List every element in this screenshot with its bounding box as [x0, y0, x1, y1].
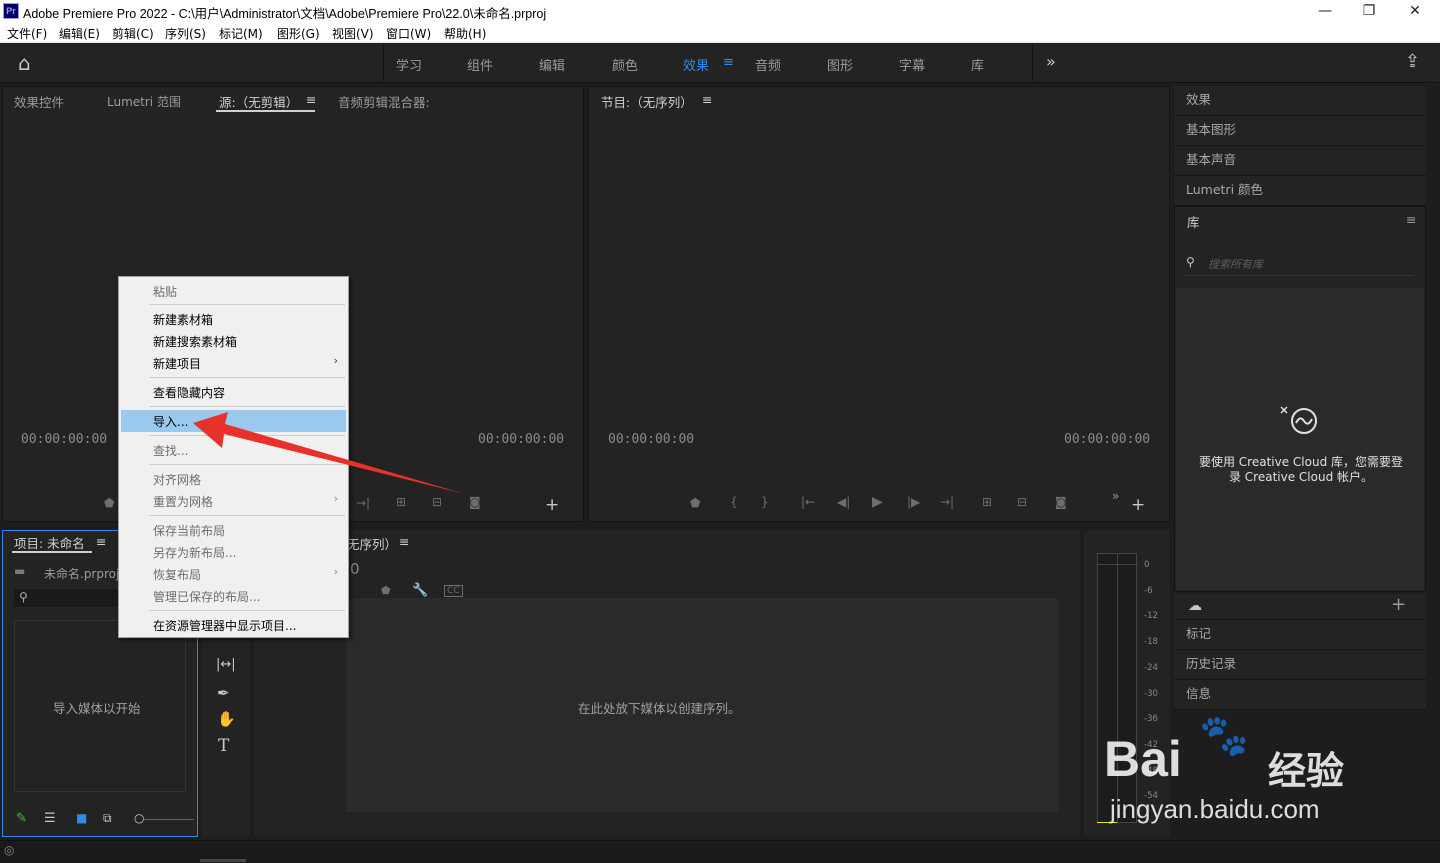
watermark-url: jingyan.baidu.com: [1110, 794, 1320, 824]
watermark-brand: Bai: [1104, 731, 1182, 787]
watermark-brand-suffix: 经验: [1268, 749, 1345, 793]
paw-icon: 🐾: [1199, 713, 1249, 759]
baidu-watermark: Bai 🐾 经验 jingyan.baidu.com: [1104, 712, 1394, 832]
